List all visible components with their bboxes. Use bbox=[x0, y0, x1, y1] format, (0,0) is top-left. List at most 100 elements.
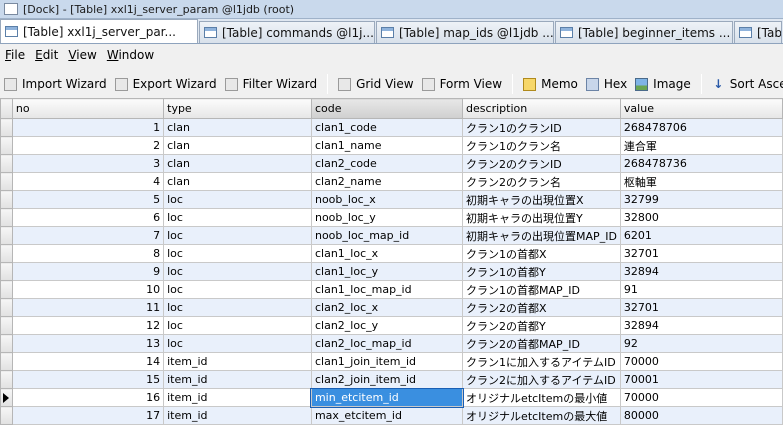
cell-value[interactable]: 91 bbox=[619, 280, 783, 299]
row-indicator[interactable] bbox=[0, 226, 13, 245]
row-indicator[interactable] bbox=[0, 172, 13, 191]
cell-type[interactable]: loc bbox=[163, 190, 312, 209]
cell-no[interactable]: 8 bbox=[11, 244, 165, 263]
cell-type[interactable]: loc bbox=[163, 334, 312, 353]
row-indicator[interactable] bbox=[0, 136, 13, 155]
row-indicator[interactable] bbox=[0, 298, 13, 317]
table-row[interactable]: 11 loc clan2_loc_x クラン2の首都X 32701 bbox=[0, 298, 783, 317]
import-wizard-button[interactable]: Import Wizard bbox=[0, 72, 111, 96]
column-header-value[interactable]: value bbox=[619, 98, 783, 119]
table-row[interactable]: 17 item_id max_etcitem_id オリジナルetcItemの最大値 8… bbox=[0, 406, 783, 425]
row-indicator[interactable] bbox=[0, 190, 13, 209]
cell-value[interactable]: 32701 bbox=[619, 298, 783, 317]
image-button[interactable]: Image bbox=[631, 72, 695, 96]
filter-wizard-button[interactable]: Filter Wizard bbox=[221, 72, 321, 96]
table-row[interactable]: 14 item_id clan1_join_item_id クラン1に加入するアイテム… bbox=[0, 352, 783, 371]
cell-value[interactable]: 268478736 bbox=[619, 154, 783, 173]
cell-code[interactable]: min_etcitem_id bbox=[310, 387, 464, 408]
cell-description[interactable]: クラン2の首都Y bbox=[462, 316, 621, 335]
cell-type[interactable]: clan bbox=[163, 172, 312, 191]
sort-ascending-button[interactable]: ↓ Sort Ascending bbox=[708, 72, 783, 96]
cell-code[interactable]: clan2_code bbox=[310, 154, 464, 173]
table-row[interactable]: 7 loc noob_loc_map_id 初期キャラの出現位置MAP_ID 6201 bbox=[0, 226, 783, 245]
cell-no[interactable]: 11 bbox=[11, 298, 165, 317]
cell-no[interactable]: 5 bbox=[11, 190, 165, 209]
cell-description[interactable]: クラン2に加入するアイテムID bbox=[462, 370, 621, 389]
row-indicator[interactable] bbox=[0, 316, 13, 335]
cell-no[interactable]: 13 bbox=[11, 334, 165, 353]
cell-type[interactable]: loc bbox=[163, 316, 312, 335]
cell-code[interactable]: clan2_join_item_id bbox=[310, 370, 464, 389]
export-wizard-button[interactable]: Export Wizard bbox=[111, 72, 221, 96]
cell-code[interactable]: clan1_loc_map_id bbox=[310, 280, 464, 299]
row-indicator[interactable] bbox=[0, 388, 13, 407]
row-indicator[interactable] bbox=[0, 154, 13, 173]
cell-value[interactable]: 32800 bbox=[619, 208, 783, 227]
table-row[interactable]: 15 item_id clan2_join_item_id クラン2に加入するアイテム… bbox=[0, 370, 783, 389]
cell-value[interactable]: 32894 bbox=[619, 316, 783, 335]
cell-no[interactable]: 6 bbox=[11, 208, 165, 227]
cell-type[interactable]: loc bbox=[163, 226, 312, 245]
cell-description[interactable]: クラン1に加入するアイテムID bbox=[462, 352, 621, 371]
cell-value[interactable]: 32799 bbox=[619, 190, 783, 209]
tab-table[interactable]: [Table] bbox=[734, 21, 782, 43]
row-indicator[interactable] bbox=[0, 280, 13, 299]
menu-view[interactable]: View bbox=[63, 48, 101, 62]
row-indicator[interactable] bbox=[0, 352, 13, 371]
cell-description[interactable]: オリジナルetcItemの最大値 bbox=[462, 406, 621, 425]
cell-description[interactable]: クラン1のクラン名 bbox=[462, 136, 621, 155]
cell-value[interactable]: 枢軸軍 bbox=[619, 172, 783, 191]
column-header-no[interactable]: no bbox=[11, 98, 165, 119]
cell-type[interactable]: item_id bbox=[163, 352, 312, 371]
cell-no[interactable]: 9 bbox=[11, 262, 165, 281]
cell-description[interactable]: 初期キャラの出現位置Y bbox=[462, 208, 621, 227]
memo-button[interactable]: Memo bbox=[519, 72, 582, 96]
cell-code[interactable]: clan1_loc_y bbox=[310, 262, 464, 281]
cell-no[interactable]: 14 bbox=[11, 352, 165, 371]
cell-no[interactable]: 7 bbox=[11, 226, 165, 245]
cell-no[interactable]: 16 bbox=[11, 388, 165, 407]
cell-value[interactable]: 連合軍 bbox=[619, 136, 783, 155]
cell-type[interactable]: clan bbox=[163, 118, 312, 137]
row-indicator[interactable] bbox=[0, 406, 13, 425]
row-indicator[interactable] bbox=[0, 334, 13, 353]
cell-code[interactable]: clan1_code bbox=[310, 118, 464, 137]
menu-window[interactable]: Window bbox=[102, 48, 159, 62]
cell-value[interactable]: 92 bbox=[619, 334, 783, 353]
cell-code[interactable]: clan2_loc_y bbox=[310, 316, 464, 335]
cell-code[interactable]: noob_loc_y bbox=[310, 208, 464, 227]
cell-description[interactable]: クラン1の首都Y bbox=[462, 262, 621, 281]
cell-code[interactable]: noob_loc_map_id bbox=[310, 226, 464, 245]
table-row[interactable]: 9 loc clan1_loc_y クラン1の首都Y 32894 bbox=[0, 262, 783, 281]
tab-commands[interactable]: [Table] commands @l1j... bbox=[199, 21, 375, 43]
cell-code[interactable]: clan2_loc_x bbox=[310, 298, 464, 317]
cell-description[interactable]: オリジナルetcItemの最小値 bbox=[462, 388, 621, 407]
cell-description[interactable]: クラン2のクランID bbox=[462, 154, 621, 173]
cell-type[interactable]: loc bbox=[163, 262, 312, 281]
cell-value[interactable]: 6201 bbox=[619, 226, 783, 245]
cell-no[interactable]: 17 bbox=[11, 406, 165, 425]
table-row[interactable]: 3 clan clan2_code クラン2のクランID 268478736 bbox=[0, 154, 783, 173]
table-row[interactable]: 6 loc noob_loc_y 初期キャラの出現位置Y 32800 bbox=[0, 208, 783, 227]
column-header-description[interactable]: description bbox=[462, 98, 621, 119]
cell-type[interactable]: loc bbox=[163, 244, 312, 263]
cell-no[interactable]: 10 bbox=[11, 280, 165, 299]
table-row[interactable]: 1 clan clan1_code クラン1のクランID 268478706 bbox=[0, 118, 783, 137]
table-row[interactable]: 12 loc clan2_loc_y クラン2の首都Y 32894 bbox=[0, 316, 783, 335]
cell-value[interactable]: 32894 bbox=[619, 262, 783, 281]
row-indicator[interactable] bbox=[0, 370, 13, 389]
row-indicator[interactable] bbox=[0, 208, 13, 227]
tab-map-ids[interactable]: [Table] map_ids @l1jdb ... bbox=[376, 21, 554, 43]
table-row[interactable]: 5 loc noob_loc_x 初期キャラの出現位置X 32799 bbox=[0, 190, 783, 209]
cell-description[interactable]: 初期キャラの出現位置MAP_ID bbox=[462, 226, 621, 245]
column-header-type[interactable]: type bbox=[163, 98, 312, 119]
form-view-button[interactable]: Form View bbox=[418, 72, 507, 96]
table-row[interactable]: 10 loc clan1_loc_map_id クラン1の首都MAP_ID 91 bbox=[0, 280, 783, 299]
cell-value[interactable]: 32701 bbox=[619, 244, 783, 263]
cell-no[interactable]: 3 bbox=[11, 154, 165, 173]
cell-description[interactable]: 初期キャラの出現位置X bbox=[462, 190, 621, 209]
cell-code[interactable]: clan1_loc_x bbox=[310, 244, 464, 263]
cell-description[interactable]: クラン2のクラン名 bbox=[462, 172, 621, 191]
cell-description[interactable]: クラン2の首都X bbox=[462, 298, 621, 317]
row-indicator[interactable] bbox=[0, 262, 13, 281]
